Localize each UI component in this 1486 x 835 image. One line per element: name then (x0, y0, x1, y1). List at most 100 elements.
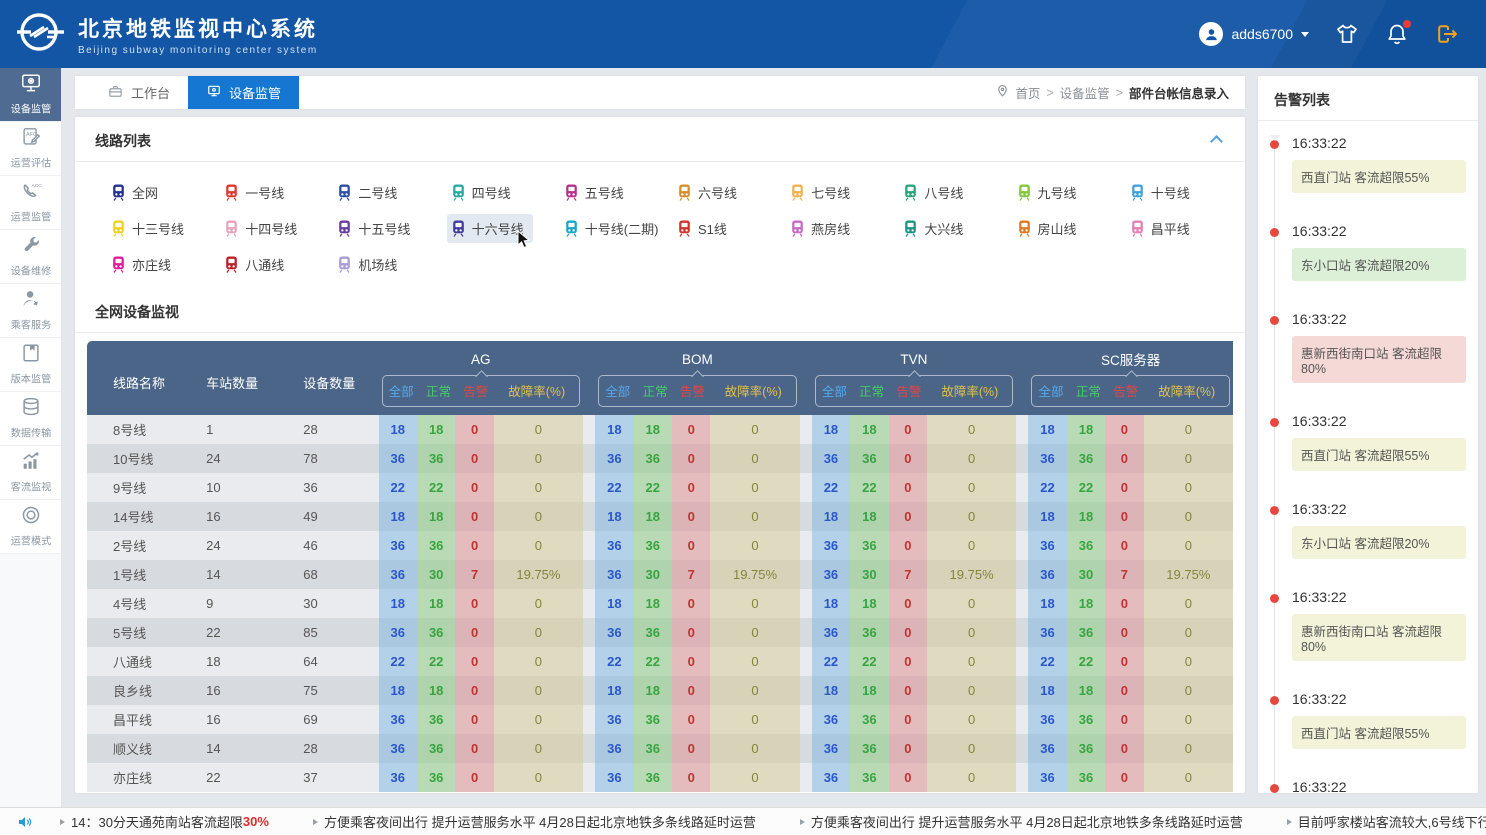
line-chip[interactable]: 十五号线 (329, 210, 442, 246)
breadcrumb-section[interactable]: 设备监管 (1060, 83, 1110, 102)
alarm-item[interactable]: 16:33:22 东小口站 客流超限20% (1292, 223, 1466, 281)
train-line-icon (112, 184, 125, 201)
lines-panel-header: 线路列表 (75, 117, 1245, 162)
alarm-item[interactable]: 16:33:22 西直门站 客流超限55% (1292, 135, 1466, 193)
alarm-item[interactable]: 16:33:22 东小口站 客流超限20% (1292, 779, 1466, 793)
cell-devices: 46 (277, 531, 378, 560)
sidebar-item-version-supervision[interactable]: 版本监管 (0, 338, 61, 392)
alarm-message-badge: 惠新西街南口站 客流超限80% (1292, 614, 1466, 661)
line-chip[interactable]: 七号线 (782, 174, 895, 210)
line-chip[interactable]: 十号线 (1122, 174, 1235, 210)
sidebar-item-passenger-service[interactable]: 乘客服务 (0, 284, 61, 338)
line-chip[interactable]: 机场线 (329, 246, 442, 282)
cell-stations: 22 (180, 763, 277, 792)
sidebar-item-passenger-flow[interactable]: 客流监视 (0, 446, 61, 500)
table-row[interactable]: 9号线 10 36 222200 222200 222200 222200 (87, 473, 1233, 502)
sidebar-item-operation-mode[interactable]: 运营模式 (0, 500, 61, 554)
main-column: 工作台 设备监管 首页 设备监管 部件台帐信息录入 (62, 68, 1258, 807)
line-chip[interactable]: S1线 (669, 210, 782, 246)
user-menu[interactable]: adds6700 (1199, 22, 1309, 46)
ticker-item: 方便乘客夜间出行 提升运营服务水平 4月28日起北京地铁多条线路延时运营 (313, 812, 756, 831)
cell-devices: 36 (277, 473, 378, 502)
alarm-timestamp: 16:33:22 (1292, 223, 1466, 239)
alarm-item[interactable]: 16:33:22 惠新西街南口站 客流超限80% (1292, 589, 1466, 661)
line-chip[interactable]: 亦庄线 (103, 246, 216, 282)
alarm-item[interactable]: 16:33:22 西直门站 客流超限55% (1292, 691, 1466, 749)
cell-line-name: 顺义线 (87, 734, 180, 763)
table-row[interactable]: 良乡线 16 75 181800 181800 181800 181800 (87, 676, 1233, 705)
logout-icon[interactable] (1435, 22, 1460, 46)
line-label: 八号线 (924, 183, 963, 202)
line-chip[interactable]: 十号线(二期) (556, 210, 669, 246)
line-chip[interactable]: 燕房线 (782, 210, 895, 246)
sidebar-item-operation-evaluation[interactable]: AFC 运营评估 (0, 122, 61, 176)
alarm-timestamp: 16:33:22 (1292, 501, 1466, 517)
alarm-timestamp: 16:33:22 (1292, 589, 1466, 605)
line-chip[interactable]: 一号线 (216, 174, 329, 210)
table-row[interactable]: 8号线 1 28 181800 181800 181800 181800 (87, 415, 1233, 444)
line-chip[interactable]: 八号线 (895, 174, 1008, 210)
sidebar-item-equipment-repair[interactable]: 设备维修 (0, 230, 61, 284)
line-chip[interactable]: 大兴线 (895, 210, 1008, 246)
speaker-icon (16, 814, 34, 830)
lines-panel: 线路列表 全网 (75, 117, 1245, 288)
line-chip[interactable]: 昌平线 (1122, 210, 1235, 246)
train-line-icon (338, 220, 351, 237)
cell-line-name: 2号线 (87, 531, 180, 560)
line-chip[interactable]: 六号线 (669, 174, 782, 210)
table-row[interactable]: 10号线 24 78 363600 363600 363600 363600 (87, 444, 1233, 473)
table-row[interactable]: 昌平线 16 69 363600 363600 363600 363600 (87, 705, 1233, 734)
device-table: 线路名称 车站数量 设备数量 AG BOM TVN SC服务器 (87, 341, 1233, 792)
table-row[interactable]: 1号线 14 68 3630719.75% 3630719.75% 363071… (87, 560, 1233, 589)
collapse-chevron-up-icon[interactable] (1210, 135, 1223, 148)
sidebar-item-operation-supervision[interactable]: ACC 运营监管 (0, 176, 61, 230)
line-chip[interactable]: 全网 (103, 174, 216, 210)
train-line-icon (791, 184, 804, 201)
alarm-dot-icon (1270, 506, 1279, 515)
passenger-icon (19, 288, 43, 313)
line-label: 亦庄线 (132, 255, 171, 274)
group-header-ag: AG (379, 341, 583, 371)
cell-devices: 75 (277, 676, 378, 705)
table-row[interactable]: 顺义线 14 28 363600 363600 363600 363600 (87, 734, 1233, 763)
flow-chart-icon (19, 450, 43, 475)
cell-line-name: 10号线 (87, 444, 180, 473)
line-chip[interactable]: 房山线 (1009, 210, 1122, 246)
train-line-icon (1018, 220, 1031, 237)
line-chip[interactable]: 四号线 (443, 174, 556, 210)
alarm-timestamp: 16:33:22 (1292, 779, 1466, 793)
sidebar-item-device-monitor[interactable]: 设备监管 (0, 68, 61, 122)
line-chip[interactable]: 二号线 (329, 174, 442, 210)
line-label: 大兴线 (924, 219, 963, 238)
notifications-bell-icon[interactable] (1385, 22, 1409, 46)
table-row[interactable]: 八通线 18 64 222200 222200 222200 222200 (87, 647, 1233, 676)
table-row[interactable]: 14号线 16 49 181800 181800 181800 181800 (87, 502, 1233, 531)
breadcrumb-home[interactable]: 首页 (1015, 83, 1040, 102)
theme-skin-icon[interactable] (1335, 22, 1359, 46)
tab-workbench[interactable]: 工作台 (89, 76, 188, 109)
svg-text:ACC: ACC (31, 183, 42, 189)
cell-stations: 24 (180, 531, 277, 560)
app-subtitle: Beijing subway monitoring center system (78, 45, 318, 56)
sidebar-item-data-transfer[interactable]: 数据传输 (0, 392, 61, 446)
alarm-item[interactable]: 16:33:22 惠新西街南口站 客流超限80% (1292, 311, 1466, 383)
line-chip[interactable]: 十三号线 (103, 210, 216, 246)
table-row[interactable]: 4号线 9 30 181800 181800 181800 181800 (87, 589, 1233, 618)
line-chip[interactable]: 八通线 (216, 246, 329, 282)
line-chip[interactable]: 九号线 (1009, 174, 1122, 210)
username: adds6700 (1231, 26, 1293, 42)
line-chip[interactable]: 十六号线 (443, 210, 556, 246)
subheader-box-sc: 全部正常告警故障率(%) (1031, 375, 1230, 407)
line-label: 六号线 (698, 183, 737, 202)
table-row[interactable]: 2号线 24 46 363600 363600 363600 363600 (87, 531, 1233, 560)
cell-stations: 22 (180, 618, 277, 647)
line-chip[interactable]: 五号线 (556, 174, 669, 210)
alarm-item[interactable]: 16:33:22 东小口站 客流超限20% (1292, 501, 1466, 559)
tab-device-monitor[interactable]: 设备监管 (188, 76, 299, 109)
table-row[interactable]: 5号线 22 85 363600 363600 363600 363600 (87, 618, 1233, 647)
subheader-box-tvn: 全部正常告警故障率(%) (815, 375, 1013, 407)
table-row[interactable]: 亦庄线 22 37 363600 363600 363600 363600 (87, 763, 1233, 792)
train-line-icon (1131, 184, 1144, 201)
line-chip[interactable]: 十四号线 (216, 210, 329, 246)
alarm-item[interactable]: 16:33:22 西直门站 客流超限55% (1292, 413, 1466, 471)
